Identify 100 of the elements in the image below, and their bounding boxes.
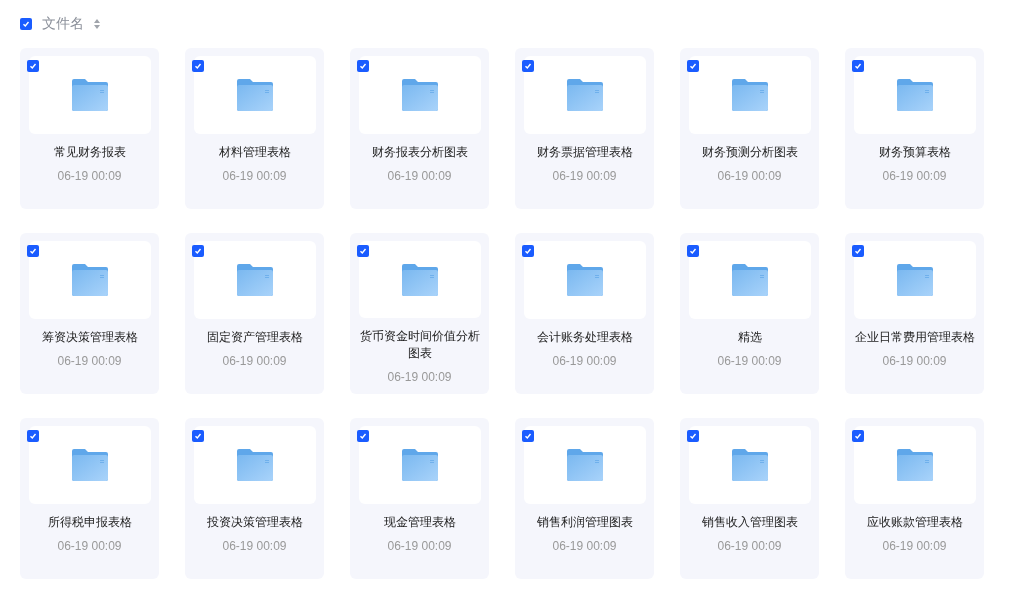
file-date: 06-19 00:09 bbox=[57, 353, 122, 370]
file-card[interactable]: 销售收入管理图表 06-19 00:09 bbox=[680, 418, 819, 579]
folder-icon bbox=[896, 264, 933, 296]
file-card[interactable]: 财务票据管理表格 06-19 00:09 bbox=[515, 48, 654, 209]
checkmark-icon bbox=[524, 62, 532, 70]
checkmark-icon bbox=[854, 432, 862, 440]
checkmark-icon bbox=[854, 62, 862, 70]
folder-icon bbox=[731, 79, 768, 111]
file-date: 06-19 00:09 bbox=[552, 538, 617, 555]
checkbox[interactable] bbox=[852, 60, 864, 72]
file-date: 06-19 00:09 bbox=[882, 168, 947, 185]
checkbox[interactable] bbox=[852, 430, 864, 442]
file-card[interactable]: 现金管理表格 06-19 00:09 bbox=[350, 418, 489, 579]
checkmark-icon bbox=[524, 432, 532, 440]
file-card[interactable]: 所得税申报表格 06-19 00:09 bbox=[20, 418, 159, 579]
folder-icon bbox=[566, 264, 603, 296]
checkmark-icon bbox=[29, 432, 37, 440]
checkbox[interactable] bbox=[522, 245, 534, 257]
folder-icon bbox=[731, 264, 768, 296]
file-date: 06-19 00:09 bbox=[882, 538, 947, 555]
file-card[interactable]: 筹资决策管理表格 06-19 00:09 bbox=[20, 233, 159, 394]
checkmark-icon bbox=[29, 247, 37, 255]
file-name: 现金管理表格 bbox=[382, 514, 457, 531]
folder-icon bbox=[236, 264, 273, 296]
checkbox[interactable] bbox=[27, 430, 39, 442]
checkbox[interactable] bbox=[192, 430, 204, 442]
checkbox[interactable] bbox=[192, 60, 204, 72]
checkbox[interactable] bbox=[27, 245, 39, 257]
folder-icon bbox=[896, 79, 933, 111]
checkbox[interactable] bbox=[687, 245, 699, 257]
checkmark-icon bbox=[689, 247, 697, 255]
file-date: 06-19 00:09 bbox=[882, 353, 947, 370]
file-date: 06-19 00:09 bbox=[222, 538, 287, 555]
file-card[interactable]: 货币资金时间价值分析图表 06-19 00:09 bbox=[350, 233, 489, 394]
file-name: 销售收入管理图表 bbox=[700, 514, 799, 531]
file-card[interactable]: 会计账务处理表格 06-19 00:09 bbox=[515, 233, 654, 394]
file-name: 固定资产管理表格 bbox=[205, 329, 304, 346]
checkmark-icon bbox=[194, 62, 202, 70]
file-date: 06-19 00:09 bbox=[717, 538, 782, 555]
file-date: 06-19 00:09 bbox=[57, 168, 122, 185]
checkbox[interactable] bbox=[27, 60, 39, 72]
file-card[interactable]: 财务预测分析图表 06-19 00:09 bbox=[680, 48, 819, 209]
file-name: 销售利润管理图表 bbox=[535, 514, 634, 531]
file-date: 06-19 00:09 bbox=[552, 168, 617, 185]
file-card[interactable]: 财务报表分析图表 06-19 00:09 bbox=[350, 48, 489, 209]
file-name: 材料管理表格 bbox=[217, 144, 292, 161]
checkbox[interactable] bbox=[687, 430, 699, 442]
folder-icon bbox=[71, 449, 108, 481]
folder-icon bbox=[731, 449, 768, 481]
checkmark-icon bbox=[359, 62, 367, 70]
folder-icon bbox=[401, 449, 438, 481]
file-card[interactable]: 固定资产管理表格 06-19 00:09 bbox=[185, 233, 324, 394]
checkmark-icon bbox=[29, 62, 37, 70]
checkmark-icon bbox=[359, 432, 367, 440]
file-card[interactable]: 常见财务报表 06-19 00:09 bbox=[20, 48, 159, 209]
folder-icon bbox=[896, 449, 933, 481]
folder-icon bbox=[401, 263, 438, 296]
folder-icon bbox=[566, 79, 603, 111]
checkbox[interactable] bbox=[192, 245, 204, 257]
checkmark-icon bbox=[22, 19, 30, 28]
file-name: 财务报表分析图表 bbox=[370, 144, 469, 161]
file-card[interactable]: 企业日常费用管理表格 06-19 00:09 bbox=[845, 233, 984, 394]
file-date: 06-19 00:09 bbox=[222, 168, 287, 185]
folder-icon bbox=[71, 264, 108, 296]
folder-icon bbox=[236, 449, 273, 481]
file-name: 会计账务处理表格 bbox=[535, 329, 634, 346]
checkbox[interactable] bbox=[357, 60, 369, 72]
file-card[interactable]: 应收账款管理表格 06-19 00:09 bbox=[845, 418, 984, 579]
file-date: 06-19 00:09 bbox=[717, 353, 782, 370]
file-name: 应收账款管理表格 bbox=[865, 514, 964, 531]
checkbox[interactable] bbox=[522, 430, 534, 442]
file-name: 财务预测分析图表 bbox=[700, 144, 799, 161]
file-date: 06-19 00:09 bbox=[222, 353, 287, 370]
checkbox[interactable] bbox=[357, 430, 369, 442]
file-card[interactable]: 精选 06-19 00:09 bbox=[680, 233, 819, 394]
file-card[interactable]: 投资决策管理表格 06-19 00:09 bbox=[185, 418, 324, 579]
file-card[interactable]: 财务预算表格 06-19 00:09 bbox=[845, 48, 984, 209]
file-card[interactable]: 销售利润管理图表 06-19 00:09 bbox=[515, 418, 654, 579]
file-date: 06-19 00:09 bbox=[552, 353, 617, 370]
file-date: 06-19 00:09 bbox=[387, 168, 452, 185]
folder-icon bbox=[566, 449, 603, 481]
checkmark-icon bbox=[359, 247, 367, 255]
file-date: 06-19 00:09 bbox=[57, 538, 122, 555]
checkmark-icon bbox=[194, 247, 202, 255]
file-name: 所得税申报表格 bbox=[46, 514, 133, 531]
file-name: 财务票据管理表格 bbox=[535, 144, 634, 161]
checkmark-icon bbox=[689, 62, 697, 70]
checkbox[interactable] bbox=[20, 17, 32, 30]
checkbox[interactable] bbox=[687, 60, 699, 72]
checkmark-icon bbox=[854, 247, 862, 255]
file-card[interactable]: 材料管理表格 06-19 00:09 bbox=[185, 48, 324, 209]
checkbox[interactable] bbox=[852, 245, 864, 257]
checkbox[interactable] bbox=[357, 245, 369, 257]
checkmark-icon bbox=[689, 432, 697, 440]
file-name: 常见财务报表 bbox=[52, 144, 127, 161]
file-name: 企业日常费用管理表格 bbox=[853, 329, 976, 346]
folder-icon bbox=[401, 79, 438, 111]
file-name: 精选 bbox=[736, 329, 763, 346]
checkmark-icon bbox=[524, 247, 532, 255]
checkbox[interactable] bbox=[522, 60, 534, 72]
